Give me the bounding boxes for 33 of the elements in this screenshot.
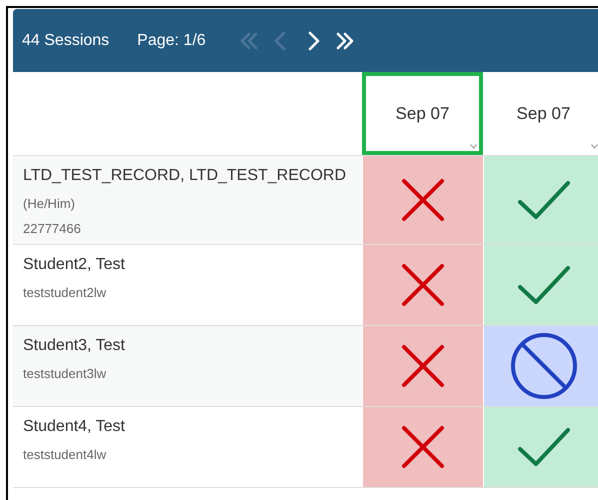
cross-icon — [401, 263, 445, 307]
checkmark-icon — [517, 180, 571, 220]
student-name[interactable]: Student3, Test — [23, 336, 349, 356]
double-chevron-right-icon — [334, 30, 356, 52]
student-name[interactable]: Student4, Test — [23, 417, 349, 437]
page-indicator: Page: 1/6 — [137, 32, 206, 50]
checkmark-icon — [517, 265, 571, 305]
caret-icon — [591, 144, 598, 149]
date-column-header[interactable]: Sep 07 — [362, 72, 483, 155]
student-name[interactable]: LTD_TEST_RECORD, LTD_TEST_RECORD — [23, 166, 349, 186]
attendance-cell[interactable] — [362, 245, 483, 325]
session-count: 44 Sessions — [22, 32, 110, 50]
cross-icon — [401, 344, 445, 388]
student-name[interactable]: Student2, Test — [23, 255, 349, 275]
attendance-cell[interactable] — [483, 156, 598, 244]
attendance-cell[interactable] — [362, 156, 483, 244]
student-detail: teststudent2lw — [23, 285, 108, 300]
attendance-cell[interactable] — [483, 407, 598, 487]
student-detail: (He/Him) — [23, 196, 76, 211]
attendance-cell[interactable] — [483, 326, 598, 406]
prohibited-icon — [510, 332, 578, 400]
student-detail: teststudent3lw — [23, 366, 108, 381]
date-column-header[interactable]: Sep 07 — [483, 72, 598, 155]
caret-icon — [470, 144, 477, 149]
student-detail: 22777466 — [23, 221, 82, 236]
attendance-cell[interactable] — [483, 245, 598, 325]
checkmark-icon — [517, 427, 571, 467]
cross-icon — [401, 425, 445, 469]
cross-icon — [401, 178, 445, 222]
student-detail: teststudent4lw — [23, 447, 108, 462]
double-chevron-left-icon — [238, 30, 260, 52]
attendance-cell[interactable] — [362, 407, 483, 487]
attendance-cell[interactable] — [362, 326, 483, 406]
